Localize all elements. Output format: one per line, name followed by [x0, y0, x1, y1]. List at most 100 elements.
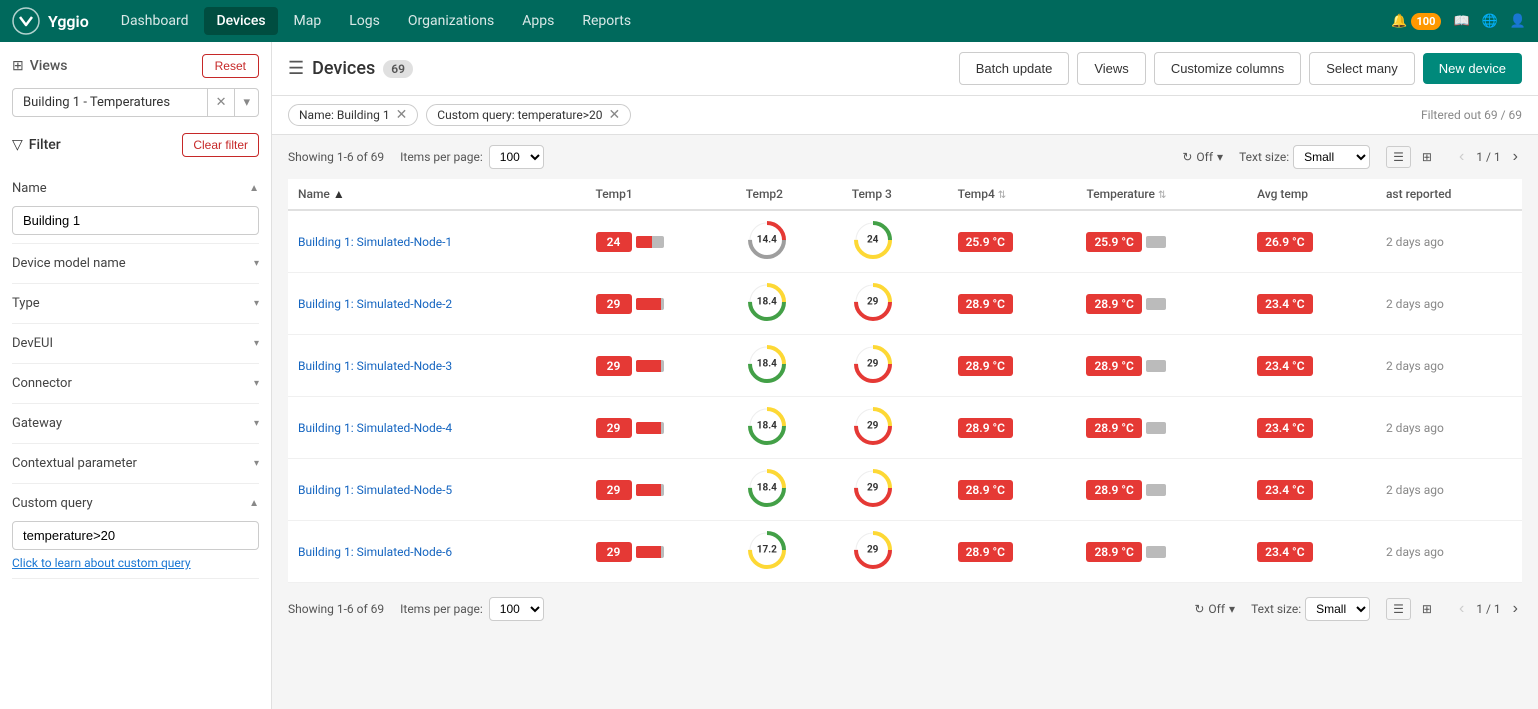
cell-temp3: 24	[842, 210, 948, 273]
text-size-control: Text size: Small Medium Large	[1239, 145, 1370, 169]
reset-button[interactable]: Reset	[202, 54, 259, 78]
cell-temp4: 28.9 °C	[948, 521, 1077, 583]
cell-temp2: 18.4	[736, 273, 842, 335]
bottom-prev-page-button[interactable]: ‹	[1455, 598, 1468, 620]
clear-filter-button[interactable]: Clear filter	[182, 133, 259, 157]
cell-temp3: 29	[842, 459, 948, 521]
cell-last-reported: 2 days ago	[1376, 459, 1522, 521]
filter-chips-bar: Name: Building 1 ✕ Custom query: tempera…	[272, 96, 1538, 135]
bottom-refresh-icon[interactable]: ↻	[1194, 602, 1204, 616]
bottom-toolbar-right: ↻ Off ▾ Text size: Small ☰ ⊞	[1194, 597, 1522, 621]
bottom-text-size-select[interactable]: Small	[1305, 597, 1370, 621]
nav-reports[interactable]: Reports	[570, 7, 643, 35]
filter-group-type-header[interactable]: Type ▾	[12, 292, 259, 315]
col-name[interactable]: Name ▲	[288, 179, 586, 210]
new-device-button[interactable]: New device	[1423, 53, 1522, 84]
topnav: Yggio Dashboard Devices Map Logs Organiz…	[0, 0, 1538, 42]
nav-apps[interactable]: Apps	[510, 7, 566, 35]
prev-page-button[interactable]: ‹	[1455, 146, 1468, 168]
table-row: Building 1: Simulated-Node-2 29 18.4 29 …	[288, 273, 1522, 335]
globe-icon[interactable]: 🌐	[1482, 14, 1498, 29]
notification-bell[interactable]: 🔔 100	[1391, 14, 1441, 29]
filter-group-name-header[interactable]: Name ▲	[12, 177, 259, 200]
cell-name[interactable]: Building 1: Simulated-Node-3	[288, 335, 586, 397]
cell-temp4: 28.9 °C	[948, 397, 1077, 459]
filter-group-gateway-header[interactable]: Gateway ▾	[12, 412, 259, 435]
col-temp4[interactable]: Temp4 ⇅	[948, 179, 1077, 210]
book-icon[interactable]: 📖	[1453, 14, 1469, 29]
nav-map[interactable]: Map	[282, 7, 334, 35]
chip-query-close-icon[interactable]: ✕	[609, 108, 621, 122]
items-per-page-select[interactable]: 100 50 25	[489, 145, 544, 169]
col-temp2[interactable]: Temp2	[736, 179, 842, 210]
connector-chevron-icon: ▾	[254, 378, 259, 389]
refresh-icon[interactable]: ↻	[1182, 150, 1192, 164]
customize-columns-button[interactable]: Customize columns	[1154, 52, 1301, 85]
cell-temp2: 18.4	[736, 397, 842, 459]
filter-title: ▽ Filter	[12, 137, 61, 153]
filter-group-contextual-header[interactable]: Contextual parameter ▾	[12, 452, 259, 475]
filter-group-name: Name ▲	[12, 169, 259, 244]
custom-query-help-link[interactable]: Click to learn about custom query	[12, 556, 259, 570]
name-filter-input[interactable]	[12, 206, 259, 235]
nav-organizations[interactable]: Organizations	[396, 7, 506, 35]
cell-temperature: 28.9 °C	[1076, 335, 1247, 397]
list-view-icon[interactable]: ☰	[1386, 146, 1411, 168]
custom-query-input[interactable]	[12, 521, 259, 550]
header-actions: Batch update Views Customize columns Sel…	[959, 52, 1522, 85]
filter-icon: ▽	[12, 137, 23, 153]
view-clear-icon[interactable]: ✕	[207, 89, 235, 116]
bottom-list-view-icon[interactable]: ☰	[1386, 598, 1411, 620]
filter-group-custom-query-header[interactable]: Custom query ▲	[12, 492, 259, 515]
views-button[interactable]: Views	[1077, 52, 1145, 85]
temperature-sort-icon: ⇅	[1158, 190, 1166, 201]
filter-group-devEUI-header[interactable]: DevEUI ▾	[12, 332, 259, 355]
filter-group-contextual: Contextual parameter ▾	[12, 444, 259, 484]
col-temp3[interactable]: Temp 3	[842, 179, 948, 210]
view-icons: ☰ ⊞	[1386, 146, 1439, 168]
table-row: Building 1: Simulated-Node-5 29 18.4 29 …	[288, 459, 1522, 521]
user-icon[interactable]: 👤	[1510, 14, 1526, 29]
bottom-refresh-chevron-icon[interactable]: ▾	[1229, 602, 1235, 616]
col-temp1[interactable]: Temp1	[586, 179, 736, 210]
col-temperature[interactable]: Temperature ⇅	[1076, 179, 1247, 210]
filter-group-connector-header[interactable]: Connector ▾	[12, 372, 259, 395]
col-avg-temp[interactable]: Avg temp	[1247, 179, 1376, 210]
nav-devices[interactable]: Devices	[204, 7, 277, 35]
bottom-next-page-button[interactable]: ›	[1509, 598, 1522, 620]
chip-name: Name: Building 1 ✕	[288, 104, 418, 126]
temp4-sort-icon: ⇅	[998, 190, 1006, 201]
nav-logs[interactable]: Logs	[337, 7, 392, 35]
cell-name[interactable]: Building 1: Simulated-Node-5	[288, 459, 586, 521]
bottom-grid-view-icon[interactable]: ⊞	[1415, 598, 1439, 620]
view-arrow-icon[interactable]: ▾	[234, 89, 258, 116]
filter-group-device-model-header[interactable]: Device model name ▾	[12, 252, 259, 275]
cell-temperature: 25.9 °C	[1076, 210, 1247, 273]
bottom-items-per-page-select[interactable]: 100	[489, 597, 544, 621]
type-chevron-icon: ▾	[254, 298, 259, 309]
text-size-select[interactable]: Small Medium Large	[1293, 145, 1370, 169]
app-logo[interactable]: Yggio	[12, 7, 89, 35]
cell-name[interactable]: Building 1: Simulated-Node-6	[288, 521, 586, 583]
batch-update-button[interactable]: Batch update	[959, 52, 1070, 85]
cell-temp2: 18.4	[736, 459, 842, 521]
cell-avg-temp: 23.4 °C	[1247, 397, 1376, 459]
cell-name[interactable]: Building 1: Simulated-Node-4	[288, 397, 586, 459]
cell-avg-temp: 23.4 °C	[1247, 459, 1376, 521]
cell-temp1: 29	[586, 397, 736, 459]
cell-temp3: 29	[842, 397, 948, 459]
select-many-button[interactable]: Select many	[1309, 52, 1415, 85]
grid-view-icon[interactable]: ⊞	[1415, 146, 1439, 168]
bottom-page-info: 1 / 1	[1476, 602, 1500, 616]
nav-dashboard[interactable]: Dashboard	[109, 7, 201, 35]
cell-temperature: 28.9 °C	[1076, 521, 1247, 583]
col-last-reported[interactable]: ast reported	[1376, 179, 1522, 210]
hamburger-icon[interactable]: ☰	[288, 58, 304, 79]
view-selector[interactable]: Building 1 - Temperatures ✕ ▾	[12, 88, 259, 117]
next-page-button[interactable]: ›	[1509, 146, 1522, 168]
cell-name[interactable]: Building 1: Simulated-Node-1	[288, 210, 586, 273]
cell-name[interactable]: Building 1: Simulated-Node-2	[288, 273, 586, 335]
refresh-chevron-icon[interactable]: ▾	[1217, 150, 1223, 164]
chip-name-close-icon[interactable]: ✕	[396, 108, 408, 122]
name-chevron-icon: ▲	[249, 183, 259, 194]
